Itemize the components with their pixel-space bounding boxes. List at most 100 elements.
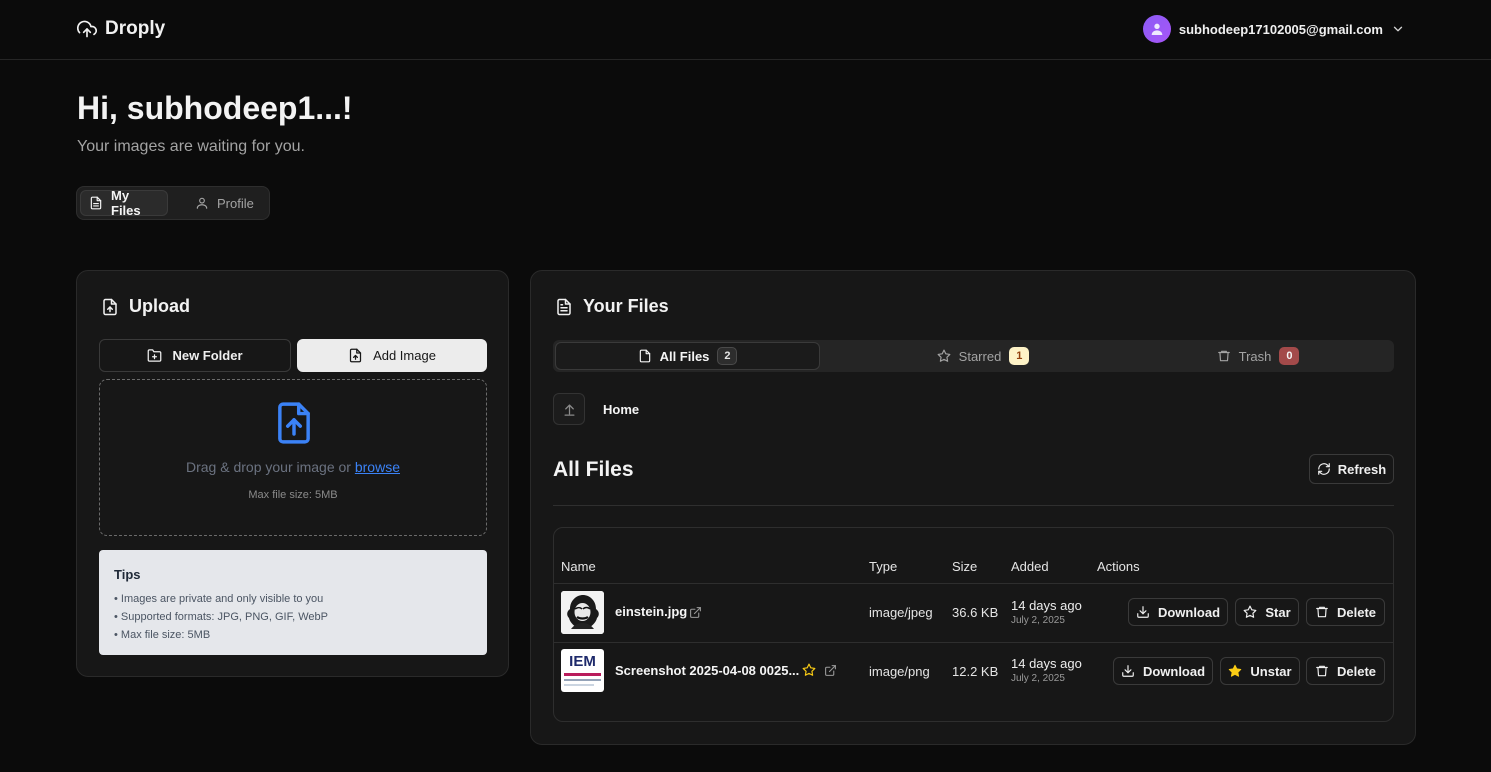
breadcrumb[interactable]: Home [603, 402, 639, 417]
dropzone[interactable]: Drag & drop your image or browse Max fil… [99, 379, 487, 536]
file-thumbnail[interactable] [561, 591, 604, 634]
thumbnail-stripe [564, 684, 594, 686]
page-title: Hi, subhodeep1...! [77, 90, 353, 126]
star-label: Star [1265, 604, 1291, 620]
files-card: Your Files All Files 2 Starred 1 Trash 0 [530, 270, 1416, 745]
column-header-type: Type [869, 559, 898, 574]
file-added: 14 days ago [1011, 656, 1082, 671]
star-button[interactable]: Star [1235, 598, 1299, 626]
count-badge: 2 [717, 347, 738, 365]
tip-item: • Max file size: 5MB [114, 629, 211, 641]
tab-label: My Files [111, 188, 141, 218]
file-date: July 2, 2025 [1011, 673, 1065, 684]
file-filter-tabs: All Files 2 Starred 1 Trash 0 [553, 340, 1394, 372]
file-text-icon [555, 298, 573, 316]
new-folder-button[interactable]: New Folder [99, 339, 291, 372]
unstar-label: Unstar [1250, 663, 1292, 679]
trash-icon [1315, 605, 1329, 619]
file-size: 12.2 KB [952, 664, 999, 679]
add-image-button[interactable]: Add Image [297, 339, 487, 372]
tab-all-files[interactable]: All Files 2 [555, 342, 820, 370]
avatar[interactable] [1142, 15, 1171, 43]
refresh-label: Refresh [1337, 461, 1387, 477]
new-folder-label: New Folder [172, 348, 243, 363]
external-link-icon[interactable] [689, 606, 702, 619]
user-menu[interactable]: subhodeep17102005@gmail.com [1142, 15, 1405, 43]
column-header-size: Size [952, 559, 978, 574]
download-label: Download [1157, 604, 1221, 620]
file-name[interactable]: einstein.jpg [615, 604, 687, 619]
file-added: 14 days ago [1011, 598, 1082, 613]
tab-label: Profile [217, 195, 254, 211]
refresh-icon [1317, 462, 1331, 476]
star-filled-icon [1228, 664, 1242, 678]
files-title-text: Your Files [583, 296, 669, 316]
delete-button[interactable]: Delete [1306, 657, 1385, 685]
file-upload-icon [348, 348, 363, 363]
trash-icon [1315, 664, 1329, 678]
files-table: Name Type Size Added Actions einstein.jp… [553, 527, 1394, 722]
trash-icon [1217, 349, 1231, 363]
max-size-note: Max file size: 5MB [248, 489, 338, 501]
chevron-down-icon[interactable] [1391, 22, 1405, 36]
download-label: Download [1142, 663, 1206, 679]
file-date: July 2, 2025 [1011, 615, 1065, 626]
file-upload-icon [101, 298, 119, 316]
download-button[interactable]: Download [1113, 657, 1213, 685]
tab-label: All Files [659, 348, 710, 364]
file-thumbnail[interactable]: IEM [561, 649, 604, 692]
upload-title: Upload [101, 296, 190, 317]
delete-label: Delete [1336, 663, 1377, 679]
tab-my-files[interactable]: My Files [80, 188, 168, 218]
brand-logo[interactable]: Droply [77, 18, 165, 40]
user-avatar-icon [1149, 21, 1165, 37]
folder-plus-icon [147, 348, 162, 363]
thumbnail-stripe [564, 679, 601, 681]
tab-label: Starred [958, 348, 1002, 364]
top-navbar: Droply subhodeep17102005@gmail.com [0, 0, 1491, 60]
tip-item: • Images are private and only visible to… [114, 593, 324, 605]
arrow-up-icon [562, 402, 577, 417]
external-link-icon[interactable] [824, 664, 837, 677]
files-title: Your Files [555, 296, 669, 317]
delete-button[interactable]: Delete [1306, 598, 1385, 626]
refresh-button[interactable]: Refresh [1309, 454, 1394, 484]
column-header-added: Added [1011, 559, 1049, 574]
section-title: All Files [553, 458, 634, 481]
star-filled-icon[interactable] [802, 663, 816, 677]
dropzone-instruction: Drag & drop your image or [186, 459, 351, 475]
download-button[interactable]: Download [1128, 598, 1228, 626]
navigate-up-button[interactable] [553, 393, 585, 425]
dropzone-text: Drag & drop your image or browse [100, 459, 486, 475]
tab-starred[interactable]: Starred 1 [853, 342, 1113, 370]
browse-link[interactable]: browse [355, 459, 400, 475]
tab-trash[interactable]: Trash 0 [1128, 342, 1388, 370]
user-icon [195, 196, 209, 210]
page-subtitle: Your images are waiting for you. [77, 138, 305, 155]
tip-item: • Supported formats: JPG, PNG, GIF, WebP [114, 611, 328, 623]
file-type: image/png [869, 664, 930, 679]
file-upload-icon [275, 401, 313, 445]
tips-title: Tips [114, 567, 141, 582]
download-icon [1136, 605, 1150, 619]
thumbnail-stripe [564, 673, 601, 676]
delete-label: Delete [1336, 604, 1377, 620]
file-name[interactable]: Screenshot 2025-04-08 0025... [615, 663, 799, 678]
thumbnail-text: IEM [569, 653, 596, 670]
column-header-actions: Actions [1097, 559, 1140, 574]
file-icon [89, 196, 103, 210]
row-divider [554, 583, 1393, 584]
upload-title-text: Upload [129, 296, 190, 316]
file-icon [638, 349, 652, 363]
divider [553, 505, 1394, 506]
brand-name: Droply [105, 18, 166, 39]
main-tabs: My Files Profile [76, 186, 270, 220]
unstar-button[interactable]: Unstar [1220, 657, 1300, 685]
count-badge: 0 [1279, 347, 1300, 365]
tab-profile[interactable]: Profile [187, 190, 262, 216]
file-size: 36.6 KB [952, 605, 999, 620]
tab-label: Trash [1238, 348, 1272, 364]
cloud-upload-icon [77, 19, 97, 39]
file-type: image/jpeg [869, 605, 933, 620]
star-icon [1243, 605, 1257, 619]
